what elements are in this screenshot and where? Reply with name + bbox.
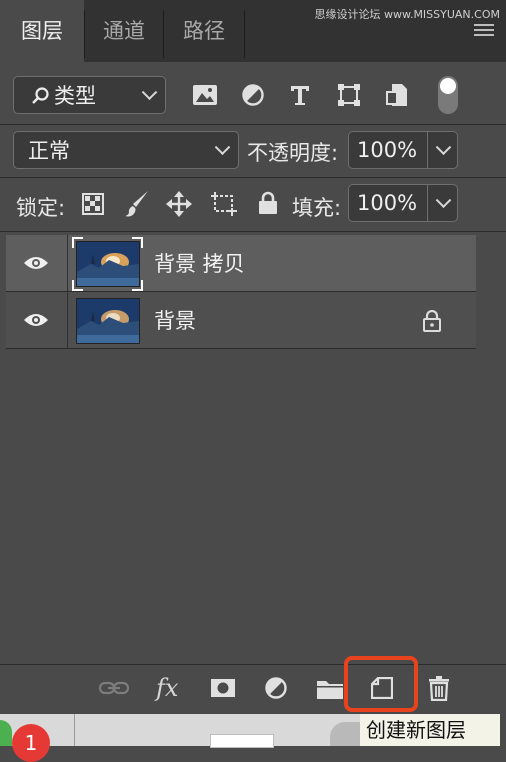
chevron-down-icon xyxy=(435,139,451,156)
layer-name: 背景 拷贝 xyxy=(154,252,245,276)
folder-icon[interactable] xyxy=(316,678,344,700)
chevron-down-icon xyxy=(141,84,158,101)
filter-toggle-icon[interactable] xyxy=(438,76,458,114)
lock-position-icon[interactable] xyxy=(166,191,192,217)
adjustment-filter-icon[interactable] xyxy=(242,84,264,106)
visibility-toggle[interactable] xyxy=(6,292,66,348)
notification-badge[interactable]: 1 xyxy=(12,724,50,762)
new-layer-icon[interactable] xyxy=(371,677,393,699)
layer-thumbnail xyxy=(76,241,140,287)
eye-icon xyxy=(24,314,48,326)
search-icon xyxy=(32,87,49,104)
lock-all-icon[interactable] xyxy=(258,191,278,215)
panel-tab-bar: 图层 通道 路径 思缘设计论坛 www.MISSYUAN.COM xyxy=(0,0,506,62)
shape-filter-icon[interactable] xyxy=(337,83,361,107)
layer-lock-icon[interactable] xyxy=(422,310,442,332)
lock-label: 锁定: xyxy=(16,196,66,220)
dock-strip: 1 xyxy=(0,714,360,762)
smart-object-filter-icon[interactable] xyxy=(386,83,408,107)
fill-input[interactable]: 100% xyxy=(348,184,428,222)
layer-name: 背景 xyxy=(154,309,196,333)
fill-slider-button[interactable] xyxy=(427,184,458,222)
opacity-slider-button[interactable] xyxy=(427,131,458,169)
opacity-label: 不透明度: xyxy=(247,141,339,165)
blend-mode-dropdown[interactable]: 正常 xyxy=(13,131,239,169)
filter-kind-value: 类型 xyxy=(54,84,96,108)
fill-label: 填充: xyxy=(292,196,342,220)
eye-icon xyxy=(24,257,48,269)
lock-image-pixels-icon[interactable] xyxy=(124,190,150,218)
layer-row[interactable]: 背景 拷贝 xyxy=(6,235,476,291)
layer-thumbnail xyxy=(76,298,140,344)
fx-icon[interactable]: fx xyxy=(156,674,178,702)
adjustment-icon[interactable] xyxy=(265,677,287,699)
image-filter-icon[interactable] xyxy=(192,84,218,106)
fill-value: 100% xyxy=(357,191,418,215)
tab-layers[interactable]: 图层 xyxy=(0,0,84,62)
mask-icon[interactable] xyxy=(210,678,236,698)
trash-icon[interactable] xyxy=(428,675,450,701)
visibility-toggle[interactable] xyxy=(6,235,66,291)
filter-kind-dropdown[interactable]: 类型 xyxy=(13,76,166,114)
chevron-down-icon xyxy=(435,192,451,209)
blend-mode-value: 正常 xyxy=(28,139,70,163)
dock-app-icon[interactable] xyxy=(330,722,360,746)
type-filter-icon[interactable] xyxy=(289,84,311,106)
chevron-down-icon xyxy=(214,139,231,156)
tab-paths[interactable]: 路径 xyxy=(164,0,244,62)
panel-menu-icon[interactable] xyxy=(474,24,494,39)
opacity-value: 100% xyxy=(357,138,418,162)
lock-artboard-icon[interactable] xyxy=(210,191,238,217)
new-layer-tooltip: 创建新图层 xyxy=(360,714,500,746)
opacity-input[interactable]: 100% xyxy=(348,131,428,169)
link-layers-icon[interactable] xyxy=(99,680,129,696)
tab-channels[interactable]: 通道 xyxy=(85,0,163,62)
layer-row[interactable]: 背景 xyxy=(6,292,476,348)
watermark-text: 思缘设计论坛 www.MISSYUAN.COM xyxy=(314,8,500,21)
lock-transparent-pixels-icon[interactable] xyxy=(82,193,104,215)
